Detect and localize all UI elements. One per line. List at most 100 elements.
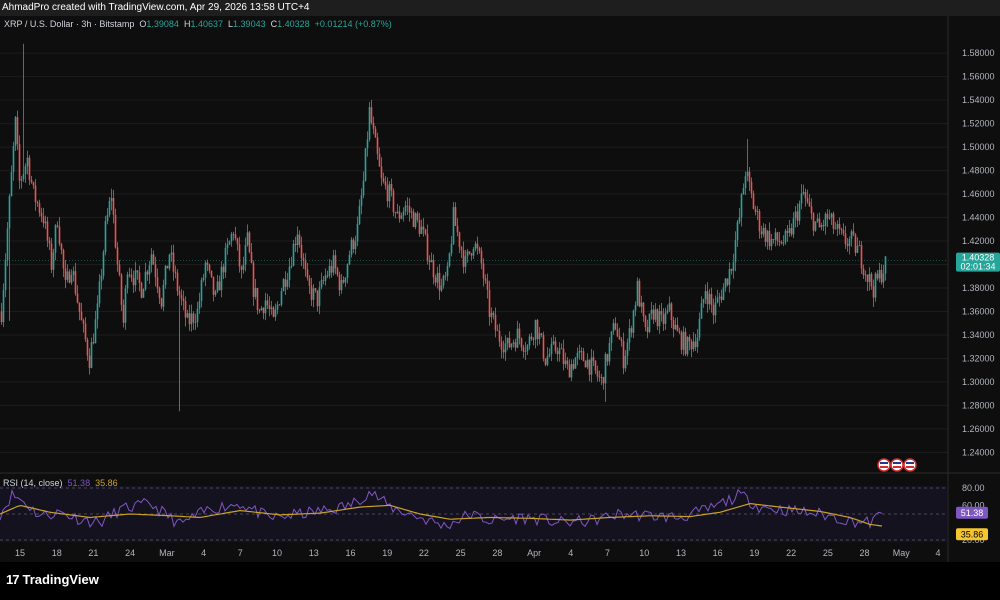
candle-body: [398, 211, 401, 219]
candle-body: [276, 304, 279, 310]
candle-body: [542, 335, 545, 359]
candle-body: [166, 265, 169, 269]
candle-body: [98, 281, 101, 304]
candle-body: [22, 174, 25, 180]
candle-body: [360, 195, 363, 206]
candle-body: [794, 211, 797, 219]
candle-body: [344, 277, 347, 283]
candle-body: [356, 223, 359, 242]
candle-body: [516, 328, 519, 348]
time-tick-label: 15: [15, 548, 25, 558]
candle-body: [570, 364, 573, 378]
candle-body: [292, 243, 295, 267]
candle-body: [286, 280, 289, 287]
time-tick-label: 4: [201, 548, 206, 558]
candle-body: [558, 348, 561, 355]
candle-body: [530, 336, 533, 340]
symbol-legend[interactable]: XRP / U.S. Dollar · 3h · Bitstamp O1.390…: [4, 19, 392, 29]
candle-body: [346, 264, 349, 278]
candle-body: [780, 242, 783, 244]
time-tick-label: 28: [492, 548, 502, 558]
candle-body: [498, 330, 501, 342]
candle-body: [190, 313, 193, 325]
time-tick-label: 25: [823, 548, 833, 558]
candle-body: [598, 376, 601, 378]
candle-body: [44, 221, 47, 224]
price-tick-label: 1.48000: [962, 166, 995, 176]
candle-body: [20, 179, 23, 181]
candle-body: [242, 264, 245, 270]
time-tick-label: 13: [676, 548, 686, 558]
candle-body: [532, 339, 535, 340]
candle-body: [340, 280, 343, 291]
candle-body: [612, 323, 615, 332]
candle-body: [244, 245, 247, 265]
candle-body: [834, 228, 837, 230]
time-tick-label: 21: [88, 548, 98, 558]
candle-body: [696, 337, 699, 347]
candle-body: [76, 293, 79, 303]
candle-body: [144, 271, 147, 290]
candle-body: [26, 157, 29, 167]
time-tick-label: 25: [456, 548, 466, 558]
rsi-legend[interactable]: RSI (14, close) 51.38 35.86: [3, 478, 118, 488]
candle-body: [710, 293, 713, 305]
candle-body: [464, 256, 467, 267]
candle-body: [506, 337, 509, 344]
candle-body: [270, 307, 273, 310]
event-flag-icon[interactable]: [877, 458, 891, 472]
candle-body: [272, 307, 275, 317]
candle-body: [634, 305, 637, 311]
candle-body: [580, 350, 583, 352]
candle-body: [386, 185, 389, 202]
time-tick-label: Mar: [159, 548, 175, 558]
candle-body: [64, 268, 67, 280]
candle-body: [536, 319, 539, 340]
candle-body: [644, 316, 647, 328]
candle-body: [126, 274, 129, 289]
candle-body: [296, 234, 299, 246]
event-flag-icon[interactable]: [890, 458, 904, 472]
candle-body: [52, 252, 55, 270]
candle-body: [698, 318, 701, 338]
candle-body: [590, 357, 593, 375]
candle-body: [16, 117, 19, 145]
price-chart[interactable]: 1.58000 1.56000 1.54000 1.52000 1.50000 1.480…: [0, 0, 1000, 600]
candle-body: [728, 268, 731, 285]
candle-body: [534, 319, 537, 340]
candle-body: [420, 226, 423, 234]
candle-body: [872, 286, 875, 298]
price-tick-label: 1.44000: [962, 213, 995, 223]
candle-body: [224, 247, 227, 273]
candle-body: [326, 275, 329, 277]
candle-body: [354, 241, 357, 250]
candle-body: [370, 107, 373, 123]
candle-body: [96, 303, 99, 320]
candle-body: [826, 213, 829, 219]
candle-body: [158, 288, 161, 299]
candle-body: [164, 265, 167, 285]
candle-body: [288, 266, 291, 281]
candle-body: [298, 234, 301, 245]
candle-body: [488, 289, 491, 317]
event-flag-icon[interactable]: [903, 458, 917, 472]
candle-body: [564, 360, 567, 365]
candle-body: [168, 254, 171, 269]
candle-body: [178, 291, 181, 296]
candle-body: [858, 245, 861, 246]
candle-body: [616, 329, 619, 337]
candle-body: [610, 331, 613, 344]
candle-body: [600, 377, 603, 378]
candle-body: [816, 218, 819, 222]
candle-body: [50, 243, 53, 270]
candle-body: [622, 340, 625, 369]
candle-body: [138, 272, 141, 283]
candle-body: [572, 364, 575, 369]
candle-body: [744, 176, 747, 189]
candle-body: [156, 277, 159, 289]
candle-body: [260, 307, 263, 311]
candle-body: [88, 355, 91, 368]
time-tick-label: 16: [345, 548, 355, 558]
candle-body: [472, 249, 475, 256]
candle-body: [756, 211, 759, 213]
